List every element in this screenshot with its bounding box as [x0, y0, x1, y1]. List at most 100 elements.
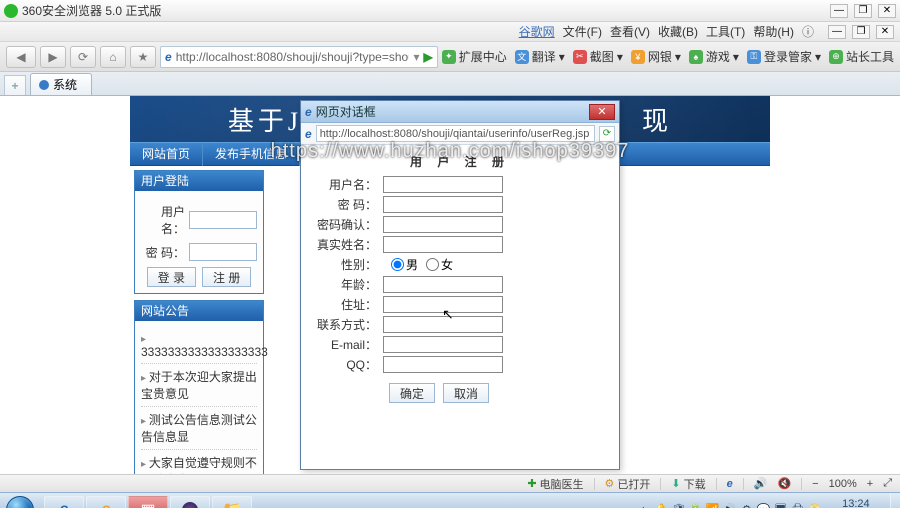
zoom-reset-button[interactable]: ⤢	[883, 477, 892, 490]
tray-icon[interactable]: 🖨	[791, 503, 805, 508]
tool-site[interactable]: ⊕站长工具	[829, 48, 894, 65]
f-age-input[interactable]	[383, 276, 503, 293]
notice-item[interactable]: 大家自觉遵守规则不要乱发发	[141, 450, 257, 474]
tool-login-mgr[interactable]: ⚿登录管家▾	[747, 48, 821, 65]
login-button[interactable]: 登 录	[147, 267, 196, 287]
tray-icon[interactable]: 📶	[706, 503, 720, 508]
framed-close-button[interactable]: ✕	[876, 25, 894, 39]
gender-male-radio[interactable]	[391, 258, 404, 271]
tray-icon[interactable]: 🖥	[774, 503, 788, 508]
dialog-ie-icon: e	[305, 105, 312, 119]
translate-icon: 文	[515, 50, 529, 64]
zoom-out-button[interactable]: −	[812, 478, 818, 490]
menu-view[interactable]: 查看(V)	[610, 23, 650, 40]
tab-active[interactable]: 系统	[30, 73, 92, 95]
sidebar: 用户登陆 用户名： 密 码： 登 录 注 册 网站公告	[134, 170, 264, 474]
nav-home[interactable]: 网站首页	[130, 142, 203, 166]
f-user-input[interactable]	[383, 176, 503, 193]
login-user-label: 用户名：	[141, 203, 185, 237]
notice-item[interactable]: 3333333333333333333	[141, 327, 257, 364]
tool-game[interactable]: ♠游戏▾	[689, 48, 739, 65]
tray-icon[interactable]: 🔊	[723, 503, 737, 508]
dialog-close-button[interactable]: ✕	[589, 104, 615, 120]
notice-item[interactable]: 对于本次迎大家提出宝贵意见	[141, 364, 257, 407]
zoom-in-button[interactable]: +	[867, 478, 873, 490]
f-pass-input[interactable]	[383, 196, 503, 213]
login-user-input[interactable]	[189, 211, 257, 229]
dialog-url-ie-icon: e	[305, 127, 312, 141]
menu-sites[interactable]: 谷歌网	[519, 23, 555, 40]
login-pass-input[interactable]	[189, 243, 257, 261]
f-contact-input[interactable]	[383, 316, 503, 333]
status-download[interactable]: ⬇下载	[671, 476, 705, 492]
task-ie2[interactable]: e	[86, 496, 126, 508]
status-doctor[interactable]: ✚电脑医生	[527, 476, 583, 492]
login-panel: 用户登陆 用户名： 密 码： 登 录 注 册	[134, 170, 264, 294]
task-explorer[interactable]: 📁	[212, 496, 252, 508]
framed-min-button[interactable]: —	[828, 25, 846, 39]
notice-panel: 网站公告 3333333333333333333 对于本次迎大家提出宝贵意见 测…	[134, 300, 264, 474]
f-age-label: 年龄：	[311, 276, 383, 293]
cancel-button[interactable]: 取消	[443, 383, 489, 403]
status-ie-mode[interactable]: e	[727, 478, 733, 490]
ok-button[interactable]: 确定	[389, 383, 435, 403]
tray-icon[interactable]: 🔋	[689, 503, 703, 508]
menu-help[interactable]: 帮助(H)	[753, 23, 794, 40]
window-close-button[interactable]: ✕	[878, 4, 896, 18]
f-email-label: E-mail：	[311, 336, 383, 353]
tray-icon[interactable]: 🛡	[672, 503, 686, 508]
menu-tools[interactable]: 工具(T)	[706, 23, 745, 40]
window-maximize-button[interactable]: ❐	[854, 4, 872, 18]
tray-icon[interactable]: 🔔	[655, 503, 669, 508]
nav-home-button[interactable]: ⌂	[100, 46, 126, 68]
banner-text-right: 现	[642, 101, 672, 138]
tab-favicon	[39, 80, 49, 90]
nav-reload-button[interactable]: ⟳	[70, 46, 96, 68]
f-addr-input[interactable]	[383, 296, 503, 313]
tray-icon[interactable]: 💬	[757, 503, 771, 508]
show-desktop-button[interactable]	[890, 493, 900, 508]
banner-text-left: 基于J	[228, 101, 302, 138]
male-label: 男	[406, 256, 418, 273]
task-ie[interactable]: e	[44, 496, 84, 508]
menu-fav[interactable]: 收藏(B)	[658, 23, 698, 40]
tool-netbank[interactable]: ¥网银▾	[631, 48, 681, 65]
url-dropdown-icon[interactable]: ▾	[413, 50, 419, 64]
window-minimize-button[interactable]: —	[830, 4, 848, 18]
gender-female-radio[interactable]	[426, 258, 439, 271]
status-mute[interactable]: 🔇	[777, 477, 791, 490]
start-button[interactable]	[0, 493, 40, 508]
go-button[interactable]: ▶	[424, 50, 433, 64]
tray-icon[interactable]: 📀	[808, 503, 822, 508]
tray-up-icon[interactable]: ▲	[638, 504, 649, 508]
tray-clock[interactable]: 13:24 2012-08-03	[828, 498, 884, 508]
tool-translate[interactable]: 文翻译▾	[515, 48, 565, 65]
f-qq-input[interactable]	[383, 356, 503, 373]
dialog-reload-button[interactable]: ⟳	[599, 126, 615, 142]
browser-navbar: ◀ ▶ ⟳ ⌂ ★ e ▾ ▶ ✦扩展中心 文翻译▾ ✂截图▾ ¥网银▾ ♠游戏…	[0, 42, 900, 72]
tool-screenshot[interactable]: ✂截图▾	[573, 48, 623, 65]
new-tab-button[interactable]: +	[4, 75, 26, 95]
status-speaker[interactable]: 🔊	[754, 477, 768, 490]
f-email-input[interactable]	[383, 336, 503, 353]
task-eclipse[interactable]	[170, 496, 210, 508]
nav-forward-button[interactable]: ▶	[40, 46, 66, 68]
register-button[interactable]: 注 册	[202, 267, 251, 287]
task-app1[interactable]: ▦	[128, 496, 168, 508]
tray-icon[interactable]: ⚙	[740, 503, 754, 508]
nav-fav-button[interactable]: ★	[130, 46, 156, 68]
f-pass2-input[interactable]	[383, 216, 503, 233]
tool-ext-center[interactable]: ✦扩展中心	[442, 48, 507, 65]
notice-item[interactable]: 测试公告信息测试公告信息显	[141, 407, 257, 450]
nav-back-button[interactable]: ◀	[6, 46, 36, 68]
dialog-titlebar[interactable]: e 网页对话框 ✕	[301, 101, 619, 123]
framed-restore-button[interactable]: ❐	[852, 25, 870, 39]
status-open[interactable]: ⚙已打开	[605, 476, 651, 492]
f-realname-input[interactable]	[383, 236, 503, 253]
dialog-url-input[interactable]	[316, 125, 595, 142]
register-dialog: e 网页对话框 ✕ e ⟳ 用 户 注 册 用户名： 密 码： 密码确认： 真实…	[300, 100, 620, 470]
globe-icon: ⊕	[829, 50, 843, 64]
nav-publish[interactable]: 发布手机信息	[203, 142, 300, 166]
menu-file[interactable]: 文件(F)	[563, 23, 602, 40]
address-input[interactable]	[176, 50, 410, 64]
